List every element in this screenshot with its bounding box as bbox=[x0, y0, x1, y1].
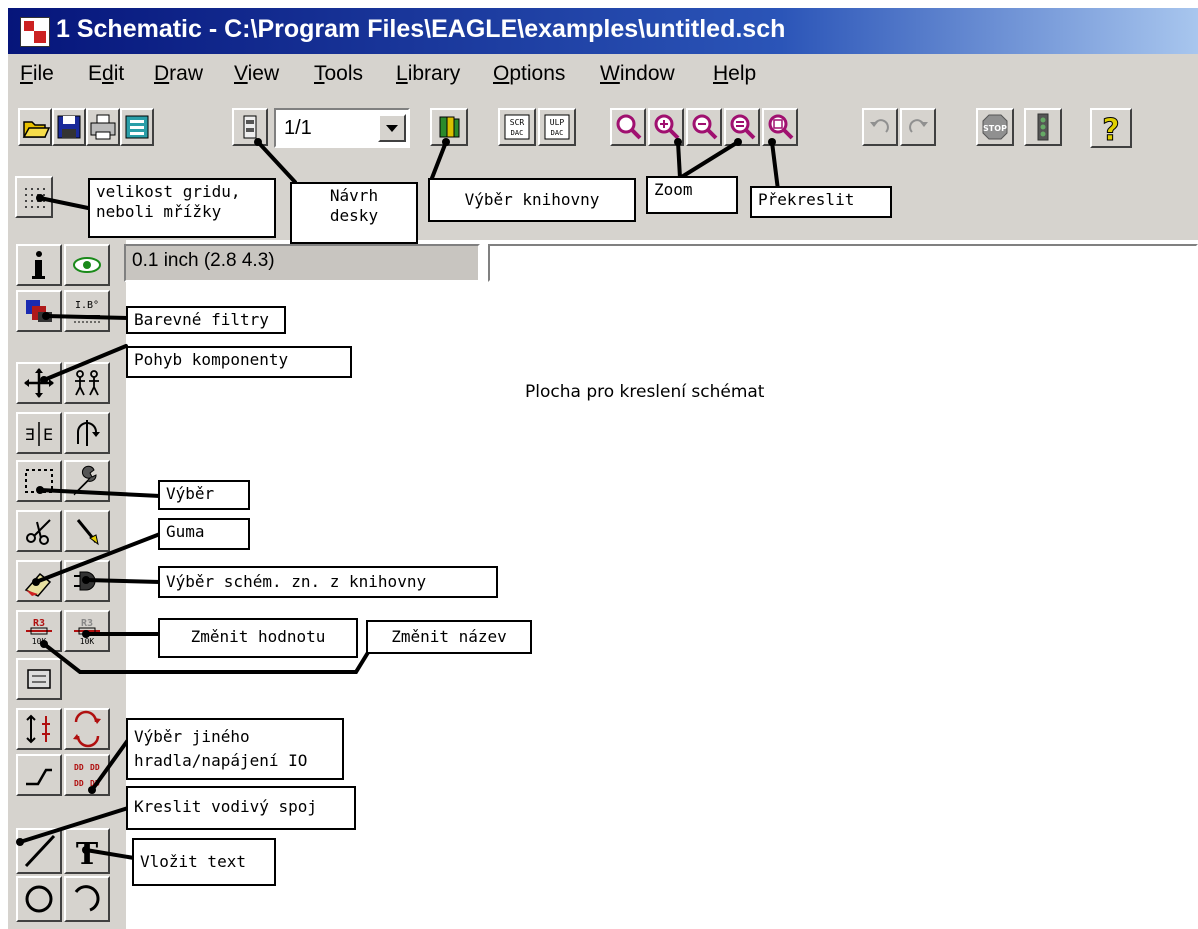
delete-icon[interactable] bbox=[16, 560, 62, 602]
menu-options[interactable]: Options bbox=[493, 62, 565, 86]
callout-insert-text: Vložit text bbox=[132, 838, 276, 886]
callout-gate-swap: Výběr jiného hradla/napájení IO bbox=[126, 718, 344, 780]
mirror-icon[interactable]: EE bbox=[16, 412, 62, 454]
ulp-icon[interactable]: ULP DAC bbox=[538, 108, 576, 146]
mark-icon[interactable]: I.B° bbox=[64, 290, 110, 332]
redraw-icon[interactable] bbox=[724, 108, 760, 146]
use-library-icon[interactable] bbox=[430, 108, 468, 146]
stop-icon[interactable]: STOP bbox=[976, 108, 1014, 146]
paste-icon[interactable] bbox=[64, 510, 110, 552]
callout-redraw: Překreslit bbox=[750, 186, 892, 218]
callout-draw-wire: Kreslit vodivý spoj bbox=[126, 786, 356, 830]
cut-icon[interactable] bbox=[16, 510, 62, 552]
zoom-select-icon[interactable] bbox=[762, 108, 798, 146]
text-icon[interactable]: T bbox=[64, 828, 110, 874]
circle-icon[interactable] bbox=[16, 876, 62, 922]
sheet-select-value: 1/1 bbox=[284, 117, 312, 139]
callout-board-design: Návrh desky bbox=[290, 182, 418, 244]
redo-icon[interactable] bbox=[900, 108, 936, 146]
svg-text:DAC: DAC bbox=[551, 129, 564, 137]
show-icon[interactable] bbox=[64, 244, 110, 286]
change-icon[interactable] bbox=[64, 460, 110, 502]
title-bar: 1 Schematic - C:\Program Files\EAGLE\exa… bbox=[8, 8, 1198, 54]
help-icon[interactable]: ? bbox=[1090, 108, 1132, 148]
cam-processor-icon[interactable] bbox=[120, 108, 154, 146]
svg-text:10K: 10K bbox=[80, 637, 95, 646]
copy-icon[interactable] bbox=[64, 362, 110, 404]
callout-zoom: Zoom bbox=[646, 176, 738, 214]
svg-text:DD: DD bbox=[74, 763, 84, 772]
zoom-out-icon[interactable] bbox=[686, 108, 722, 146]
print-icon[interactable] bbox=[86, 108, 120, 146]
drawing-area-label: Plocha pro kreslení schémat bbox=[525, 382, 765, 402]
svg-text:10K: 10K bbox=[32, 637, 47, 646]
split-icon[interactable] bbox=[16, 708, 62, 750]
arc-icon[interactable] bbox=[64, 876, 110, 922]
callout-library-select: Výběr knihovny bbox=[428, 178, 636, 222]
svg-text:DD: DD bbox=[90, 779, 100, 788]
callout-color-filters: Barevné filtry bbox=[126, 306, 286, 334]
svg-text:E: E bbox=[43, 425, 53, 444]
add-icon[interactable] bbox=[64, 560, 110, 602]
sheet-select[interactable]: 1/1 bbox=[274, 108, 410, 148]
svg-text:?: ? bbox=[1102, 113, 1119, 146]
move-icon[interactable] bbox=[16, 362, 62, 404]
svg-text:SCR: SCR bbox=[510, 118, 525, 127]
zoom-in-icon[interactable] bbox=[648, 108, 684, 146]
name-icon[interactable]: R3 10K bbox=[64, 610, 110, 652]
svg-text:R3: R3 bbox=[81, 618, 93, 629]
board-switch-icon[interactable] bbox=[232, 108, 268, 146]
gateswap-icon[interactable]: DD DD DD DD bbox=[64, 754, 110, 796]
save-disk-icon[interactable] bbox=[52, 108, 86, 146]
svg-text:R3: R3 bbox=[33, 618, 45, 629]
callout-move-component: Pohyb komponenty bbox=[126, 346, 352, 378]
eagle-app-icon[interactable] bbox=[20, 17, 50, 47]
svg-text:E: E bbox=[25, 425, 35, 444]
menu-edit[interactable]: Edit bbox=[88, 62, 124, 86]
window-title: 1 Schematic - C:\Program Files\EAGLE\exa… bbox=[56, 15, 786, 43]
svg-text:DAC: DAC bbox=[511, 129, 524, 137]
menu-window[interactable]: Window bbox=[600, 62, 675, 86]
command-line[interactable] bbox=[488, 244, 1198, 282]
rotate-icon[interactable] bbox=[64, 412, 110, 454]
callout-change-name: Změnit název bbox=[366, 620, 532, 654]
menu-file[interactable]: File bbox=[20, 62, 54, 86]
grid-icon[interactable] bbox=[15, 176, 53, 218]
menu-help[interactable]: Help bbox=[713, 62, 756, 86]
invoke-icon[interactable] bbox=[64, 708, 110, 750]
go-icon[interactable] bbox=[1024, 108, 1062, 146]
menu-draw[interactable]: Draw bbox=[154, 62, 203, 86]
undo-icon[interactable] bbox=[862, 108, 898, 146]
group-icon[interactable] bbox=[16, 460, 62, 502]
svg-text:T: T bbox=[76, 837, 99, 872]
wire-icon[interactable] bbox=[16, 828, 62, 874]
svg-text:DD: DD bbox=[74, 779, 84, 788]
open-folder-icon[interactable] bbox=[18, 108, 52, 146]
svg-text:ULP: ULP bbox=[550, 118, 565, 127]
display-layers-icon[interactable] bbox=[16, 290, 62, 332]
callout-grid-size: velikost gridu, neboli mřížky bbox=[88, 178, 276, 238]
svg-text:I.B°: I.B° bbox=[75, 300, 99, 311]
callout-change-value: Změnit hodnotu bbox=[158, 618, 358, 658]
menu-view[interactable]: View bbox=[234, 62, 279, 86]
menu-tools[interactable]: Tools bbox=[314, 62, 363, 86]
svg-text:STOP: STOP bbox=[983, 124, 1007, 133]
pinswap-icon[interactable] bbox=[16, 754, 62, 796]
svg-text:DD: DD bbox=[90, 763, 100, 772]
value-icon[interactable]: R3 10K bbox=[16, 610, 62, 652]
callout-add-symbol: Výběr schém. zn. z knihovny bbox=[158, 566, 498, 598]
callout-select: Výběr bbox=[158, 480, 250, 510]
callout-eraser: Guma bbox=[158, 518, 250, 550]
coordinates-display: 0.1 inch (2.8 4.3) bbox=[124, 244, 480, 282]
script-icon[interactable]: SCR DAC bbox=[498, 108, 536, 146]
zoom-fit-icon[interactable] bbox=[610, 108, 646, 146]
chevron-down-icon[interactable] bbox=[378, 114, 406, 142]
smash-icon[interactable] bbox=[16, 658, 62, 700]
info-icon[interactable] bbox=[16, 244, 62, 286]
menu-library[interactable]: Library bbox=[396, 62, 460, 86]
